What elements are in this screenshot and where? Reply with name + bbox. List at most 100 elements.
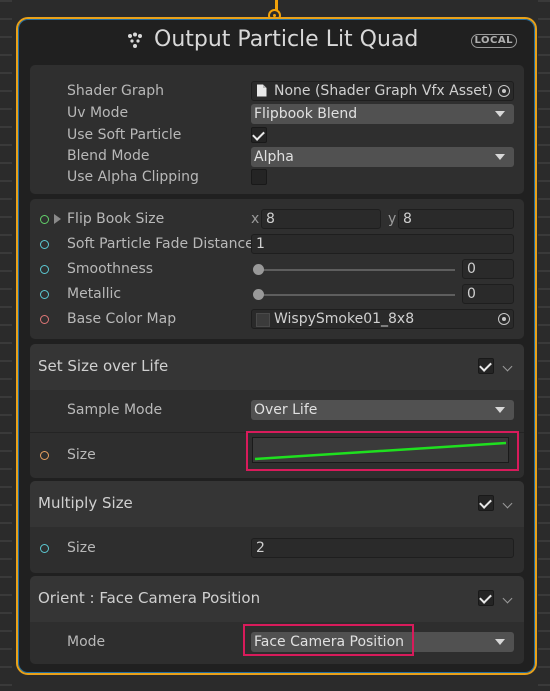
chevron-down-icon	[495, 639, 505, 645]
shader-graph-row: Shader Graph None (Shader Graph Vfx Asse…	[30, 81, 524, 103]
size-port[interactable]	[40, 451, 49, 460]
flip-book-x-field[interactable]: 8	[261, 209, 381, 229]
checkmark-icon	[479, 591, 492, 604]
shader-graph-label: Shader Graph	[67, 83, 164, 99]
sample-mode-dropdown[interactable]: Over Life	[251, 400, 514, 420]
checkmark-icon	[252, 128, 265, 141]
uv-mode-dropdown[interactable]: Flipbook Blend	[251, 104, 514, 124]
use-alpha-clipping-row: Use Alpha Clipping	[30, 167, 524, 189]
size-curve-highlight	[246, 431, 519, 471]
block-multiply-size-header[interactable]: Multiply Size	[30, 481, 524, 527]
flip-book-size-row: Flip Book Size x 8 y 8	[30, 209, 524, 231]
smoothness-label: Smoothness	[67, 261, 154, 277]
metallic-row: Metallic 0	[30, 284, 524, 306]
use-soft-particle-checkbox[interactable]	[251, 127, 267, 143]
block-set-size-over-life-body: Sample Mode Over Life Size	[30, 390, 524, 478]
soft-particle-fade-value: 1	[256, 236, 265, 252]
flip-book-y-field[interactable]: 8	[398, 209, 514, 229]
use-alpha-clipping-checkbox[interactable]	[251, 169, 267, 185]
x-label: x	[251, 211, 260, 227]
block-enabled-checkbox[interactable]	[478, 495, 494, 511]
smoothness-slider-track[interactable]	[257, 269, 455, 271]
uv-mode-value: Flipbook Blend	[254, 106, 358, 122]
blend-mode-label: Blend Mode	[67, 148, 150, 164]
base-color-map-row: Base Color Map WispySmoke01_8x8	[30, 309, 524, 331]
local-badge: LOCAL	[470, 34, 517, 48]
output-node-icon	[128, 32, 142, 48]
sample-mode-row: Sample Mode Over Life	[30, 400, 524, 422]
base-color-map-field[interactable]: WispySmoke01_8x8	[251, 309, 514, 329]
blend-mode-value: Alpha	[254, 149, 294, 165]
flip-book-x-value: 8	[266, 211, 275, 227]
size-label: Size	[67, 447, 96, 463]
node-title: Output Particle Lit Quad	[154, 27, 419, 52]
node-header[interactable]: Output Particle Lit Quad LOCAL	[18, 19, 535, 65]
multiply-size-value: 2	[256, 540, 265, 556]
flip-book-size-port[interactable]	[40, 215, 49, 224]
smoothness-field[interactable]: 0	[462, 259, 514, 279]
shader-graph-value: None (Shader Graph Vfx Asset)	[274, 83, 493, 99]
use-soft-particle-label: Use Soft Particle	[67, 127, 182, 143]
y-label: y	[388, 211, 397, 227]
object-picker-icon[interactable]	[498, 313, 510, 325]
sample-mode-label: Sample Mode	[67, 402, 163, 418]
soft-particle-fade-port[interactable]	[40, 240, 49, 249]
chevron-down-icon	[495, 407, 505, 413]
flip-book-size-label: Flip Book Size	[67, 211, 165, 227]
properties-panel: Flip Book Size x 8 y 8 Soft Particle Fad…	[30, 199, 524, 339]
soft-particle-fade-row: Soft Particle Fade Distance 1	[30, 234, 524, 256]
smoothness-slider-thumb[interactable]	[253, 264, 264, 275]
uv-mode-row: Uv Mode Flipbook Blend	[30, 103, 524, 125]
block-orient-body: Mode Face Camera Position	[30, 622, 524, 664]
use-alpha-clipping-label: Use Alpha Clipping	[67, 169, 199, 185]
file-icon	[257, 84, 267, 97]
base-color-map-port[interactable]	[40, 315, 49, 324]
use-soft-particle-row: Use Soft Particle	[30, 125, 524, 147]
expand-arrow-icon[interactable]	[54, 214, 61, 224]
block-set-size-over-life-header[interactable]: Set Size over Life	[30, 344, 524, 390]
multiply-size-field[interactable]: 2	[251, 538, 514, 558]
metallic-port[interactable]	[40, 290, 49, 299]
chevron-down-icon	[495, 111, 505, 117]
block-title: Multiply Size	[38, 494, 133, 512]
block-multiply-size-body: Size 2	[30, 527, 524, 573]
metallic-slider-thumb[interactable]	[253, 289, 264, 300]
block-orient-header[interactable]: Orient : Face Camera Position	[30, 576, 524, 622]
chevron-down-icon	[495, 154, 505, 160]
orient-mode-highlight	[243, 624, 414, 656]
multiply-size-label: Size	[67, 540, 96, 556]
smoothness-value: 0	[467, 261, 476, 277]
output-particle-node[interactable]: Output Particle Lit Quad LOCAL Shader Gr…	[16, 17, 537, 675]
settings-panel: Shader Graph None (Shader Graph Vfx Asse…	[30, 65, 524, 194]
metallic-label: Metallic	[67, 286, 122, 302]
block-title: Set Size over Life	[38, 357, 169, 375]
soft-particle-fade-field[interactable]: 1	[251, 234, 514, 254]
shader-graph-field[interactable]: None (Shader Graph Vfx Asset)	[251, 81, 514, 101]
chevron-down-icon[interactable]	[502, 498, 513, 509]
block-title: Orient : Face Camera Position	[38, 589, 261, 607]
soft-particle-fade-label: Soft Particle Fade Distance	[67, 236, 254, 252]
smoothness-row: Smoothness 0	[30, 259, 524, 281]
checkmark-icon	[479, 496, 492, 509]
orient-mode-label: Mode	[67, 634, 106, 650]
blend-mode-dropdown[interactable]: Alpha	[251, 147, 514, 167]
object-picker-icon[interactable]	[498, 85, 510, 97]
blend-mode-row: Blend Mode Alpha	[30, 146, 524, 168]
chevron-down-icon[interactable]	[502, 593, 513, 604]
smoothness-port[interactable]	[40, 265, 49, 274]
metallic-field[interactable]: 0	[462, 284, 514, 304]
graph-background-left	[0, 0, 12, 691]
base-color-map-value: WispySmoke01_8x8	[274, 311, 415, 327]
metallic-slider-track[interactable]	[257, 294, 455, 296]
chevron-down-icon[interactable]	[502, 361, 513, 372]
base-color-map-label: Base Color Map	[67, 311, 177, 327]
multiply-size-port[interactable]	[40, 544, 49, 553]
block-enabled-checkbox[interactable]	[478, 590, 494, 606]
block-enabled-checkbox[interactable]	[478, 358, 494, 374]
uv-mode-label: Uv Mode	[67, 105, 129, 121]
sample-mode-value: Over Life	[254, 402, 318, 418]
flip-book-y-value: 8	[403, 211, 412, 227]
texture-thumbnail	[256, 313, 270, 327]
graph-background-right	[538, 0, 550, 691]
metallic-value: 0	[467, 286, 476, 302]
